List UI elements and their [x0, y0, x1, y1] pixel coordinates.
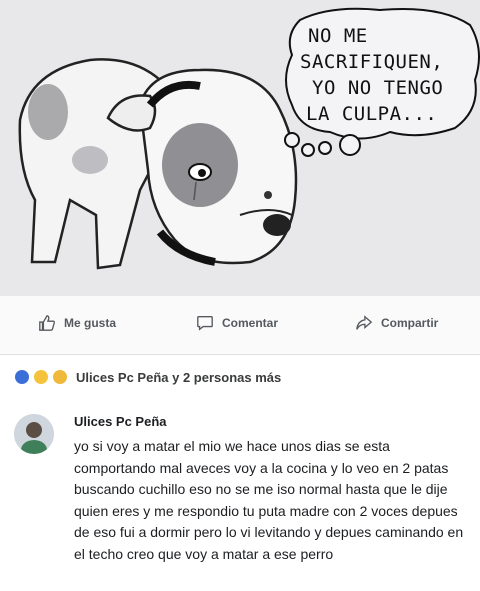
bubble-line-1: NO ME — [308, 25, 368, 47]
reactions-summary[interactable]: Ulices Pc Peña y 2 personas más — [14, 366, 281, 388]
thumbs-up-icon — [39, 315, 55, 331]
comment-body: Ulices Pc Peña yo si voy a matar el mio … — [74, 410, 472, 565]
like-button[interactable]: Me gusta — [38, 314, 116, 332]
share-label: Compartir — [381, 316, 439, 330]
bubble-line-4: LA CULPA... — [306, 103, 437, 125]
post-image[interactable]: NO ME SACRIFIQUEN, YO NO TENGO LA CULPA.… — [0, 0, 480, 296]
comment-text: yo si voy a matar el mio we hace unos di… — [74, 438, 464, 562]
post-action-bar: Me gusta Comentar Compartir — [0, 296, 480, 355]
like-label: Me gusta — [64, 316, 117, 330]
haha-reaction-icon — [33, 369, 49, 385]
comment-author[interactable]: Ulices Pc Peña — [74, 414, 472, 429]
avatar-image — [14, 414, 54, 454]
comment-label: Comentar — [222, 316, 279, 330]
reactions-text: Ulices Pc Peña y 2 personas más — [76, 369, 282, 385]
avatar[interactable] — [14, 414, 54, 454]
bubble-line-3: YO NO TENGO — [312, 77, 443, 99]
like-reaction-icon — [14, 369, 30, 385]
comment-icon — [197, 316, 213, 331]
share-arrow-icon — [356, 315, 373, 330]
dog-illustration: NO ME SACRIFIQUEN, YO NO TENGO LA CULPA.… — [0, 0, 480, 296]
comment-button[interactable]: Comentar — [196, 314, 278, 332]
bubble-line-2: SACRIFIQUEN, — [300, 51, 443, 73]
share-button[interactable]: Compartir — [355, 314, 438, 332]
wow-reaction-icon — [52, 369, 68, 385]
